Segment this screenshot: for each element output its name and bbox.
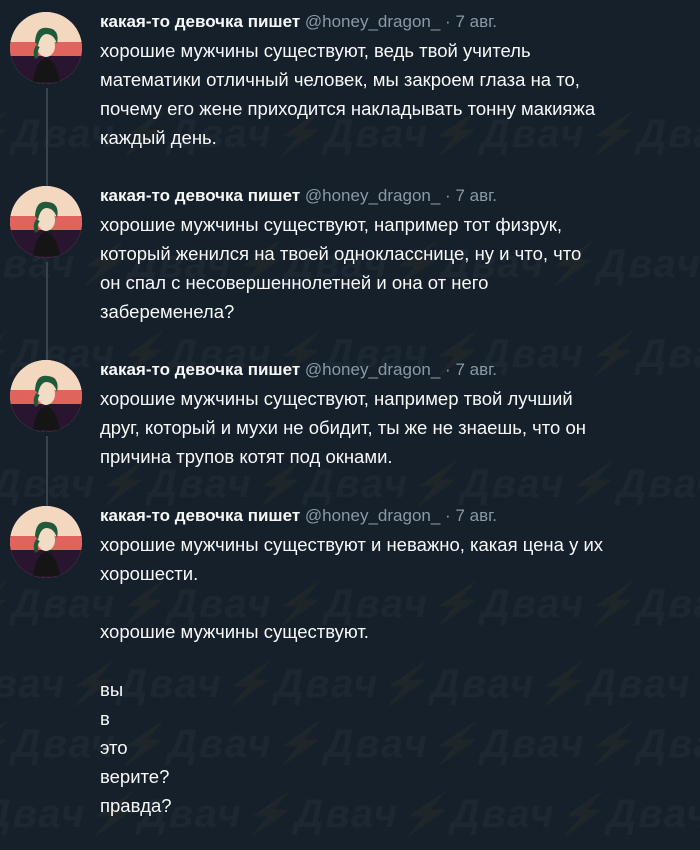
thread-connector — [46, 88, 48, 190]
tweet-line: каждый день. — [100, 127, 217, 148]
tweet-date[interactable]: 7 авг. — [455, 186, 497, 205]
tweet-line: забеременела? — [100, 301, 235, 322]
tweet-line: причина трупов котят под окнами. — [100, 446, 393, 467]
avatar-image — [10, 360, 82, 432]
tweet-text: хорошие мужчины существуют, ведь твой уч… — [100, 36, 686, 152]
author-handle[interactable]: @honey_dragon_ — [305, 12, 440, 31]
thread-connector — [46, 436, 48, 510]
tweet-text: хорошие мужчины существуют, например тво… — [100, 384, 686, 471]
avatar[interactable] — [10, 12, 82, 84]
tweet-content: какая-то девочка пишет @honey_dragon_ · … — [100, 10, 686, 152]
tweet-date[interactable]: 7 авг. — [455, 360, 497, 379]
separator: · — [445, 12, 451, 31]
avatar-image — [10, 506, 82, 578]
thread-connector — [46, 262, 48, 364]
tweet-text: хорошие мужчины существуют, например тот… — [100, 210, 686, 326]
author-handle[interactable]: @honey_dragon_ — [305, 360, 440, 379]
tweet-line: в — [100, 708, 110, 729]
separator: · — [445, 186, 451, 205]
avatar[interactable] — [10, 360, 82, 432]
tweet-line: почему его жене приходится накладывать т… — [100, 98, 596, 119]
tweet-content: какая-то девочка пишет @honey_dragon_ · … — [100, 358, 686, 471]
avatar[interactable] — [10, 186, 82, 258]
avatar-image — [10, 186, 82, 258]
tweet-line: математики отличный человек, мы закроем … — [100, 69, 580, 90]
tweet-content: какая-то девочка пишет @honey_dragon_ · … — [100, 504, 686, 820]
tweet-date[interactable]: 7 авг. — [455, 12, 497, 31]
tweet-line: хорошие мужчины существуют, например тот… — [100, 214, 563, 235]
tweet-date[interactable]: 7 авг. — [455, 506, 497, 525]
tweet-line: хорошие мужчины существуют. — [100, 621, 369, 642]
author-handle[interactable]: @honey_dragon_ — [305, 186, 440, 205]
tweet-line: вы — [100, 679, 124, 700]
separator: · — [445, 506, 451, 525]
tweet-line: который женился на твоей однокласснице, … — [100, 243, 582, 264]
avatar[interactable] — [10, 506, 82, 578]
tweet-header: какая-то девочка пишет @honey_dragon_ · … — [100, 184, 686, 208]
tweet-line: друг, который и мухи не обидит, ты же не… — [100, 417, 586, 438]
tweet-header: какая-то девочка пишет @honey_dragon_ · … — [100, 10, 686, 34]
tweet-line: он спал с несовершеннолетней и она от не… — [100, 272, 489, 293]
tweet-line: хорошие мужчины существуют и неважно, ка… — [100, 534, 604, 555]
tweet-header: какая-то девочка пишет @honey_dragon_ · … — [100, 358, 686, 382]
tweet-line: это — [100, 737, 128, 758]
separator: · — [445, 360, 451, 379]
author-name[interactable]: какая-то девочка пишет — [100, 186, 300, 205]
author-name[interactable]: какая-то девочка пишет — [100, 12, 300, 31]
tweet-line: хорошести. — [100, 563, 199, 584]
tweet-line: правда? — [100, 795, 172, 816]
avatar-image — [10, 12, 82, 84]
tweet-line: верите? — [100, 766, 170, 787]
tweet-text: хорошие мужчины существуют и неважно, ка… — [100, 530, 686, 820]
author-name[interactable]: какая-то девочка пишет — [100, 360, 300, 379]
tweet-header: какая-то девочка пишет @honey_dragon_ · … — [100, 504, 686, 528]
author-name[interactable]: какая-то девочка пишет — [100, 506, 300, 525]
tweet-line: хорошие мужчины существуют, например тво… — [100, 388, 573, 409]
author-handle[interactable]: @honey_dragon_ — [305, 506, 440, 525]
tweet-content: какая-то девочка пишет @honey_dragon_ · … — [100, 184, 686, 326]
tweet-line: хорошие мужчины существуют, ведь твой уч… — [100, 40, 531, 61]
